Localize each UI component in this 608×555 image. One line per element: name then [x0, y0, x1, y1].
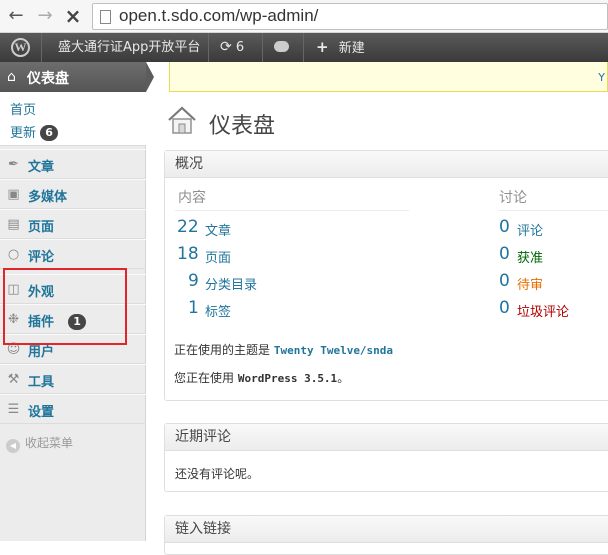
- approved-count[interactable]: 0: [499, 244, 510, 264]
- menu-settings[interactable]: ☰ 设置: [0, 394, 146, 424]
- collapse-label: 收起菜单: [25, 436, 74, 450]
- no-comments-text: 还没有评论呢。: [175, 467, 260, 481]
- browser-toolbar: ← → × open.t.sdo.com/wp-admin/: [0, 0, 608, 33]
- update-notice: Y: [169, 62, 608, 92]
- incoming-links-widget: 链入链接: [164, 515, 608, 555]
- refresh-icon: ⟳: [220, 39, 232, 55]
- submenu-home[interactable]: 首页: [10, 99, 36, 118]
- menu-pages-label: 页面: [28, 220, 55, 235]
- forward-icon[interactable]: →: [35, 6, 55, 26]
- submenu-updates-label: 更新: [10, 126, 37, 141]
- settings-icon: ☰: [7, 402, 20, 417]
- menu-posts-label: 文章: [28, 160, 55, 175]
- new-label: 新建: [338, 41, 365, 56]
- red-highlight-box: [3, 268, 127, 345]
- tags-count[interactable]: 1: [188, 298, 199, 318]
- page-icon: ▤: [7, 217, 20, 232]
- spam-link[interactable]: 垃圾评论: [517, 301, 569, 320]
- address-bar[interactable]: open.t.sdo.com/wp-admin/: [92, 3, 608, 30]
- comments-link[interactable]: [274, 33, 289, 62]
- active-menu-arrow: [146, 62, 154, 92]
- comment-bubble-icon: [274, 41, 289, 52]
- menu-tools-label: 工具: [28, 375, 55, 390]
- recent-comments-title[interactable]: 近期评论: [165, 424, 608, 451]
- admin-bar: W 盛大通行证App开放平台 ⟳ 6 + 新建: [0, 33, 608, 62]
- wordpress-logo-icon[interactable]: W: [11, 38, 30, 57]
- collapse-menu-button[interactable]: ◀ 收起菜单: [6, 434, 73, 453]
- right-now-widget: 概况 内容 讨论 22 文章 18 页面 9 分类目录 1 标签 0 评论 0 …: [164, 150, 608, 401]
- menu-comments[interactable]: ○ 评论: [0, 239, 146, 269]
- menu-settings-label: 设置: [28, 405, 55, 420]
- content-divider: [175, 210, 409, 211]
- back-icon[interactable]: ←: [6, 6, 26, 26]
- collapse-arrow-icon: ◀: [6, 439, 20, 453]
- updates-count: 6: [235, 40, 245, 55]
- incoming-links-title[interactable]: 链入链接: [165, 516, 608, 543]
- pages-link[interactable]: 页面: [205, 247, 231, 266]
- discussion-divider: [499, 210, 608, 211]
- dashboard-home-icon: [168, 106, 196, 134]
- tools-icon: ⚒: [7, 372, 20, 387]
- dashboard-label: 仪表盘: [27, 71, 69, 87]
- updates-badge: 6: [40, 125, 59, 141]
- version-name: WordPress 3.5.1: [237, 372, 338, 385]
- site-name-link[interactable]: 盛大通行证App开放平台: [58, 33, 200, 62]
- categories-count[interactable]: 9: [188, 271, 199, 291]
- theme-link[interactable]: Twenty Twelve/snda: [274, 344, 393, 357]
- notice-link[interactable]: Y: [598, 71, 605, 84]
- menu-pages[interactable]: ▤ 页面: [0, 209, 146, 239]
- menu-media[interactable]: ▣ 多媒体: [0, 179, 146, 209]
- theme-prefix: 正在使用的主题是: [174, 343, 271, 357]
- page-title: 仪表盘: [209, 114, 276, 139]
- spam-count[interactable]: 0: [499, 298, 510, 318]
- version-suffix: 。: [337, 371, 350, 385]
- version-line: 您正在使用 WordPress 3.5.1。: [174, 369, 349, 386]
- tags-link[interactable]: 标签: [205, 301, 231, 320]
- recent-comments-widget: 近期评论 还没有评论呢。: [164, 423, 608, 492]
- categories-link[interactable]: 分类目录: [205, 274, 257, 293]
- plus-icon: +: [316, 38, 329, 56]
- posts-count[interactable]: 22: [177, 217, 199, 237]
- new-content-link[interactable]: + 新建: [316, 33, 365, 62]
- comments-count[interactable]: 0: [499, 217, 510, 237]
- home-icon: ⌂: [7, 69, 16, 85]
- pending-count[interactable]: 0: [499, 271, 510, 291]
- updates-link[interactable]: ⟳ 6: [220, 33, 244, 62]
- url-text[interactable]: open.t.sdo.com/wp-admin/: [119, 6, 318, 26]
- right-now-title[interactable]: 概况: [165, 151, 608, 178]
- comment-icon: ○: [7, 247, 20, 262]
- comments-link[interactable]: 评论: [517, 220, 543, 239]
- menu-dashboard[interactable]: ⌂ 仪表盘: [0, 62, 146, 92]
- posts-link[interactable]: 文章: [205, 220, 231, 239]
- version-prefix: 您正在使用: [174, 371, 235, 385]
- pin-icon: ✒: [8, 157, 19, 172]
- pending-link[interactable]: 待审: [517, 274, 543, 293]
- media-icon: ▣: [7, 187, 20, 202]
- discussion-header: 讨论: [499, 190, 527, 206]
- content-header: 内容: [178, 190, 206, 206]
- theme-line: 正在使用的主题是 Twenty Twelve/snda: [174, 341, 393, 358]
- menu-posts[interactable]: ✒ 文章: [0, 149, 146, 179]
- approved-link[interactable]: 获准: [517, 247, 543, 266]
- menu-media-label: 多媒体: [28, 190, 68, 205]
- submenu-updates[interactable]: 更新 6: [10, 122, 59, 141]
- pages-count[interactable]: 18: [177, 244, 199, 264]
- menu-comments-label: 评论: [28, 250, 55, 265]
- menu-tools[interactable]: ⚒ 工具: [0, 364, 146, 394]
- page-icon: [100, 10, 111, 24]
- close-icon[interactable]: ×: [63, 6, 83, 26]
- dashboard-submenu: 首页 更新 6: [0, 92, 146, 146]
